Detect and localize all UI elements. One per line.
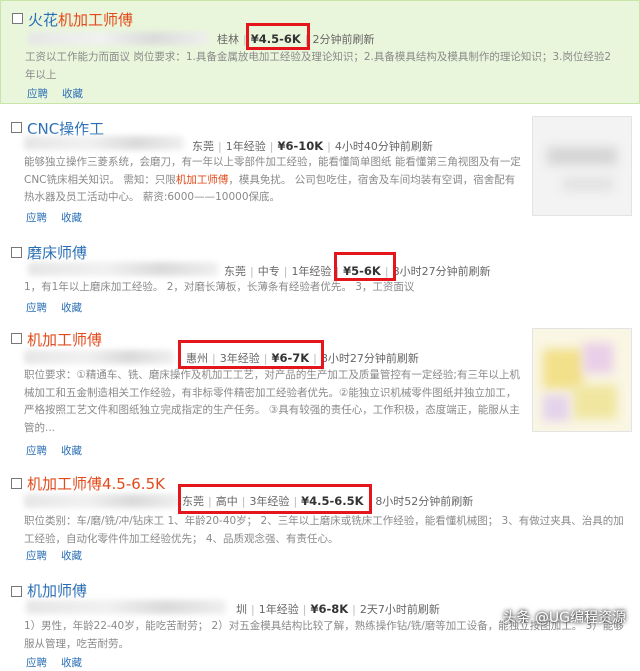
job-description: 职位类别：车/磨/铣/冲/钻床工 1、年龄20-40岁； 2、三年以上磨床或铣床…	[24, 515, 624, 545]
company-name-blurred	[28, 32, 208, 45]
job-salary: ¥6-10K	[277, 139, 324, 153]
job-actions: 应聘 收藏	[26, 210, 96, 225]
job-experience: 1年经验	[225, 140, 266, 153]
job-checkbox[interactable]	[12, 13, 23, 24]
job-listing: 机加工师傅4.5-6.5K 东莞 | 高中 | 3年经验 | ¥4.5-6.5K | 8小时52…	[0, 462, 640, 570]
job-updated: 8小时52分钟前刷新	[375, 495, 474, 508]
apply-link[interactable]: 应聘	[26, 302, 47, 314]
job-description-keyword: 机加工师傅	[175, 173, 229, 186]
job-salary: ¥6-8K	[310, 602, 349, 616]
job-actions: 应聘 收藏	[26, 548, 96, 563]
company-name-blurred	[26, 600, 226, 614]
job-experience: 1年经验	[291, 265, 332, 278]
job-description: 工资以工作能力而面议 岗位要求：1.具备金属放电加工经验及理论知识；2.具备模具…	[25, 51, 612, 81]
job-checkbox[interactable]	[11, 122, 22, 133]
job-title-prefix: 火花	[28, 11, 59, 29]
favorite-link[interactable]: 收藏	[61, 657, 82, 669]
job-education: 中专	[257, 265, 280, 278]
job-description: 1，有1年以上磨床加工经验。 2，对磨长薄板，长薄条有经验者优先。 3，工资面议	[24, 281, 415, 293]
job-description: 能够独立操作三菱系统，会磨刀，有一年以上零部件加工经验，能看懂简单图纸 能看懂第…	[24, 154, 524, 207]
job-location: 圳	[236, 603, 247, 616]
job-updated: 8小时27分钟前刷新	[392, 265, 491, 278]
job-listing: CNC操作工 东莞 | 1年经验 | ¥6-10K | 4小时40分钟前刷新 能够独立操作三…	[0, 106, 640, 230]
job-location: 东莞	[192, 140, 214, 153]
job-title[interactable]: 火花机加工师傅	[28, 9, 133, 30]
job-title[interactable]: 机加工师傅4.5-6.5K	[27, 473, 165, 494]
company-name-blurred	[24, 350, 174, 364]
company-name-blurred	[24, 136, 184, 150]
company-thumbnail-blurred	[532, 328, 632, 432]
job-updated: 8小时27分钟前刷新	[320, 352, 419, 365]
job-listing: 机加工师傅 惠州 | 3年经验 | ¥6-7K | 8小时27分钟前刷新 职位要求：①精通车…	[0, 318, 640, 460]
meta-highlight-box	[178, 340, 324, 369]
meta-highlight-box	[178, 484, 372, 514]
job-checkbox[interactable]	[11, 586, 22, 597]
apply-link[interactable]: 应聘	[26, 550, 47, 562]
job-description: 职位要求：①精通车、铣、磨床操作及机加工工艺，对产品的生产加工及质量管控有一定经…	[24, 369, 520, 434]
job-actions: 应聘 收藏	[26, 655, 96, 670]
company-name-blurred	[28, 262, 218, 276]
job-title[interactable]: 机加师傅	[27, 580, 87, 601]
apply-link[interactable]: 应聘	[26, 212, 47, 224]
favorite-link[interactable]: 收藏	[61, 302, 82, 314]
company-name-blurred	[24, 494, 179, 508]
company-thumbnail-blurred	[532, 116, 632, 216]
salary-highlight-box	[246, 23, 310, 50]
job-meta: 东莞 | 1年经验 | ¥6-10K | 4小时40分钟前刷新	[192, 139, 433, 153]
apply-link[interactable]: 应聘	[27, 88, 48, 100]
job-location: 东莞	[224, 265, 246, 278]
job-actions: 应聘 收藏	[27, 86, 97, 101]
job-actions: 应聘 收藏	[26, 300, 96, 315]
favorite-link[interactable]: 收藏	[61, 212, 82, 224]
job-listing: 磨床师傅 东莞 | 中专 | 1年经验 | ¥5-6K | 8小时27分钟前刷新 1，有1年以上…	[0, 232, 640, 316]
salary-highlight-box	[334, 252, 396, 281]
job-title-keyword: 机加工师傅	[58, 11, 134, 29]
job-updated: 2分钟前刷新	[312, 33, 375, 46]
job-location: 桂林	[217, 33, 239, 46]
apply-link[interactable]: 应聘	[26, 445, 47, 457]
job-updated: 4小时40分钟前刷新	[334, 140, 433, 153]
job-checkbox[interactable]	[11, 247, 22, 258]
apply-link[interactable]: 应聘	[26, 657, 47, 669]
job-updated: 2天7小时前刷新	[359, 603, 440, 616]
job-checkbox[interactable]	[11, 333, 22, 344]
job-experience: 1年经验	[258, 603, 299, 616]
watermark-text: 头条 @UG编程资源	[502, 610, 626, 626]
job-meta: 圳 | 1年经验 | ¥6-8K | 2天7小时前刷新	[236, 602, 440, 616]
favorite-link[interactable]: 收藏	[61, 445, 82, 457]
job-title[interactable]: 磨床师傅	[27, 242, 87, 263]
job-title[interactable]: 机加工师傅	[27, 329, 102, 350]
job-checkbox[interactable]	[11, 478, 22, 489]
favorite-link[interactable]: 收藏	[62, 88, 83, 100]
job-listing: 火花机加工师傅 桂林 | ¥4.5-6K | 2分钟前刷新 工资以工作能力而面议 岗位要…	[0, 0, 640, 104]
favorite-link[interactable]: 收藏	[61, 550, 82, 562]
job-actions: 应聘 收藏	[26, 443, 96, 458]
